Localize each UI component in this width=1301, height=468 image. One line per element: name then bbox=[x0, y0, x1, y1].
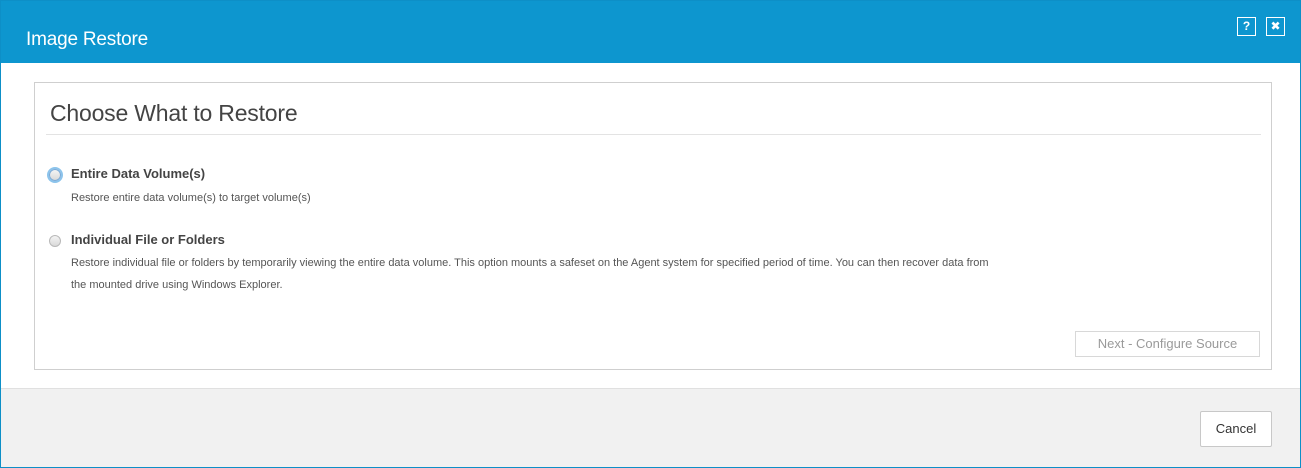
individual-files-label[interactable]: Individual File or Folders bbox=[71, 232, 225, 247]
individual-files-radio[interactable] bbox=[49, 235, 61, 247]
entire-data-volumes-label[interactable]: Entire Data Volume(s) bbox=[71, 166, 205, 181]
next-configure-source-button[interactable]: Next - Configure Source bbox=[1075, 331, 1260, 357]
individual-files-description-line2: the mounted drive using Windows Explorer… bbox=[71, 279, 283, 291]
panel-title: Choose What to Restore bbox=[50, 100, 298, 126]
panel-divider bbox=[46, 134, 1261, 135]
dialog-titlebar: Image Restore ? ✖ bbox=[1, 1, 1300, 63]
close-button[interactable]: ✖ bbox=[1266, 17, 1285, 36]
individual-files-description-line1: Restore individual file or folders by te… bbox=[71, 257, 989, 269]
dialog-footer: Cancel bbox=[1, 388, 1300, 467]
entire-data-volumes-radio[interactable] bbox=[49, 169, 61, 181]
image-restore-dialog: Image Restore ? ✖ Choose What to Restore… bbox=[0, 0, 1301, 468]
close-icon: ✖ bbox=[1270, 19, 1281, 33]
help-icon: ? bbox=[1242, 19, 1251, 33]
cancel-button[interactable]: Cancel bbox=[1200, 411, 1272, 447]
help-button[interactable]: ? bbox=[1237, 17, 1256, 36]
dialog-body: Choose What to Restore Entire Data Volum… bbox=[1, 63, 1300, 388]
dialog-title: Image Restore bbox=[26, 29, 149, 50]
entire-data-volumes-description: Restore entire data volume(s) to target … bbox=[71, 192, 311, 204]
restore-options-panel: Choose What to Restore Entire Data Volum… bbox=[34, 82, 1272, 370]
